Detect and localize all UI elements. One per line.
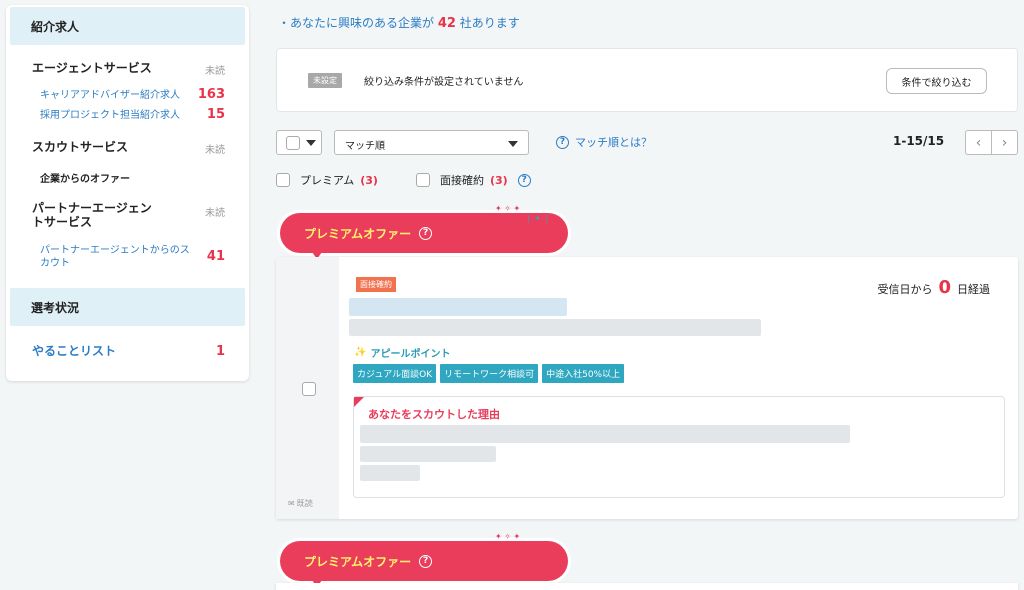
sidebar: 紹介求人 エージェントサービス 未読 キャリアアドバイザー紹介求人 163 採用…	[6, 5, 249, 381]
appeal-points: ✨ アピールポイント	[354, 345, 450, 360]
caret-down-icon	[508, 141, 518, 147]
premium-offer-ribbon: プレミアムオファー ?	[280, 541, 568, 587]
sidebar-item-career-advisor[interactable]: キャリアアドバイザー紹介求人	[40, 89, 180, 102]
tag-casual-interview: カジュアル面談OK	[353, 364, 437, 383]
chevron-right-icon[interactable]: ›	[992, 131, 1017, 154]
scout-reason-title: あなたをスカウトした理由	[368, 408, 500, 421]
premium-filter[interactable]: プレミアム (3)	[276, 172, 378, 188]
premium-label: プレミアム	[300, 174, 355, 187]
question-icon: ?	[556, 135, 569, 149]
bulk-select-dropdown[interactable]	[276, 130, 322, 155]
premium-offer-label: プレミアムオファー	[304, 555, 412, 569]
offer-card-partial	[276, 583, 1018, 590]
premium-count: (3)	[360, 173, 378, 187]
sidebar-item-partner-scout[interactable]: パートナーエージェントからのスカウト	[40, 244, 190, 270]
filter-panel: 未設定 絞り込み条件が設定されていません 条件で絞り込む	[276, 48, 1018, 112]
sidebar-header-selection: 選考状況	[10, 288, 245, 326]
sort-select[interactable]: マッチ順	[334, 130, 529, 155]
card-select-column: ✉ 既読	[276, 257, 339, 519]
unread-label: 未読	[205, 208, 225, 219]
received-suffix: 日経過	[957, 283, 990, 296]
tag-mid-career: 中途入社50%以上	[542, 364, 625, 383]
offer-card[interactable]: ✉ 既読 面接確約 受信日から 0 日経過 ✨ アピールポイント カジュアル面談…	[276, 257, 1018, 519]
interview-filter[interactable]: 面接確約 (3) ?	[416, 172, 531, 188]
appeal-label: アピールポイント	[370, 349, 451, 360]
match-help-link[interactable]: ? マッチ順とは？	[556, 134, 652, 150]
interview-label: 面接確約	[440, 174, 484, 187]
section-scout-service: スカウトサービス	[32, 140, 129, 154]
select-all-checkbox[interactable]	[286, 136, 300, 150]
todo-count: 1	[215, 344, 225, 359]
career-advisor-count: 163	[197, 87, 225, 102]
partner-scout-count: 41	[206, 249, 225, 264]
chevron-left-icon[interactable]: ‹	[966, 131, 992, 154]
sparkle-icon: ✨	[354, 347, 367, 358]
match-help-label: マッチ順とは？	[575, 136, 652, 149]
read-status-label: 既読	[296, 499, 313, 508]
received-days: 0	[938, 277, 951, 298]
sort-value: マッチ順	[345, 141, 385, 152]
interview-guaranteed-badge: 面接確約	[356, 277, 396, 292]
card-checkbox[interactable]	[302, 382, 316, 396]
question-icon[interactable]: ?	[517, 173, 531, 187]
interview-checkbox[interactable]	[416, 173, 430, 187]
section-agent-service: エージェントサービス	[32, 61, 152, 75]
caret-down-icon	[306, 140, 316, 146]
read-status: ✉ 既読	[288, 498, 313, 509]
sidebar-item-recruit-project[interactable]: 採用プロジェクト担当紹介求人	[40, 109, 180, 122]
filter-status-text: 絞り込み条件が設定されていません	[364, 77, 524, 88]
pagination-status: 1-15/15	[893, 134, 945, 148]
blurred-job-title	[349, 319, 761, 336]
sidebar-item-todo[interactable]: やることリスト	[32, 344, 172, 358]
count-suffix: 社あります	[459, 16, 520, 30]
count-prefix: ・あなたに興味のある企業が	[278, 16, 435, 30]
blurred-reason-text	[360, 425, 850, 443]
appeal-tags: カジュアル面談OK リモートワーク相談可 中途入社50%以上	[353, 364, 625, 383]
question-icon[interactable]: ?	[419, 555, 433, 568]
interview-count: (3)	[490, 173, 508, 187]
question-icon[interactable]: ?	[419, 227, 433, 240]
confetti-icon: ✦ ✧ ✦	[495, 532, 521, 541]
premium-offer-label: プレミアムオファー	[304, 227, 412, 241]
scout-reason-box: あなたをスカウトした理由	[353, 396, 1005, 498]
premium-checkbox[interactable]	[276, 173, 290, 187]
confetti-icon: ❘ ✦ ❘	[525, 214, 551, 223]
filter-unset-tag: 未設定	[308, 73, 342, 88]
section-partner-service: パートナーエージェントサービス	[32, 201, 152, 229]
tag-remote-work: リモートワーク相談可	[440, 364, 539, 383]
sidebar-item-company-offer[interactable]: 企業からのオファー	[40, 170, 130, 185]
filter-conditions-button[interactable]: 条件で絞り込む	[886, 68, 987, 94]
unread-label: 未読	[205, 66, 225, 77]
envelope-open-icon: ✉	[288, 499, 295, 508]
blurred-reason-text	[360, 465, 420, 481]
company-count: 42	[437, 16, 456, 31]
pagination-buttons: ‹ ›	[965, 130, 1018, 155]
blurred-reason-text	[360, 446, 496, 462]
received-elapsed: 受信日から 0 日経過	[877, 277, 990, 298]
blurred-company-name	[349, 298, 567, 316]
corner-mark	[354, 397, 364, 407]
interested-companies-line: ・あなたに興味のある企業が 42 社あります	[278, 14, 520, 31]
confetti-icon: ✦ ✧ ✦	[495, 204, 521, 213]
recruit-project-count: 15	[206, 107, 225, 122]
unread-label: 未読	[205, 145, 225, 156]
sidebar-header-referrals: 紹介求人	[10, 7, 245, 45]
received-prefix: 受信日から	[877, 283, 933, 296]
